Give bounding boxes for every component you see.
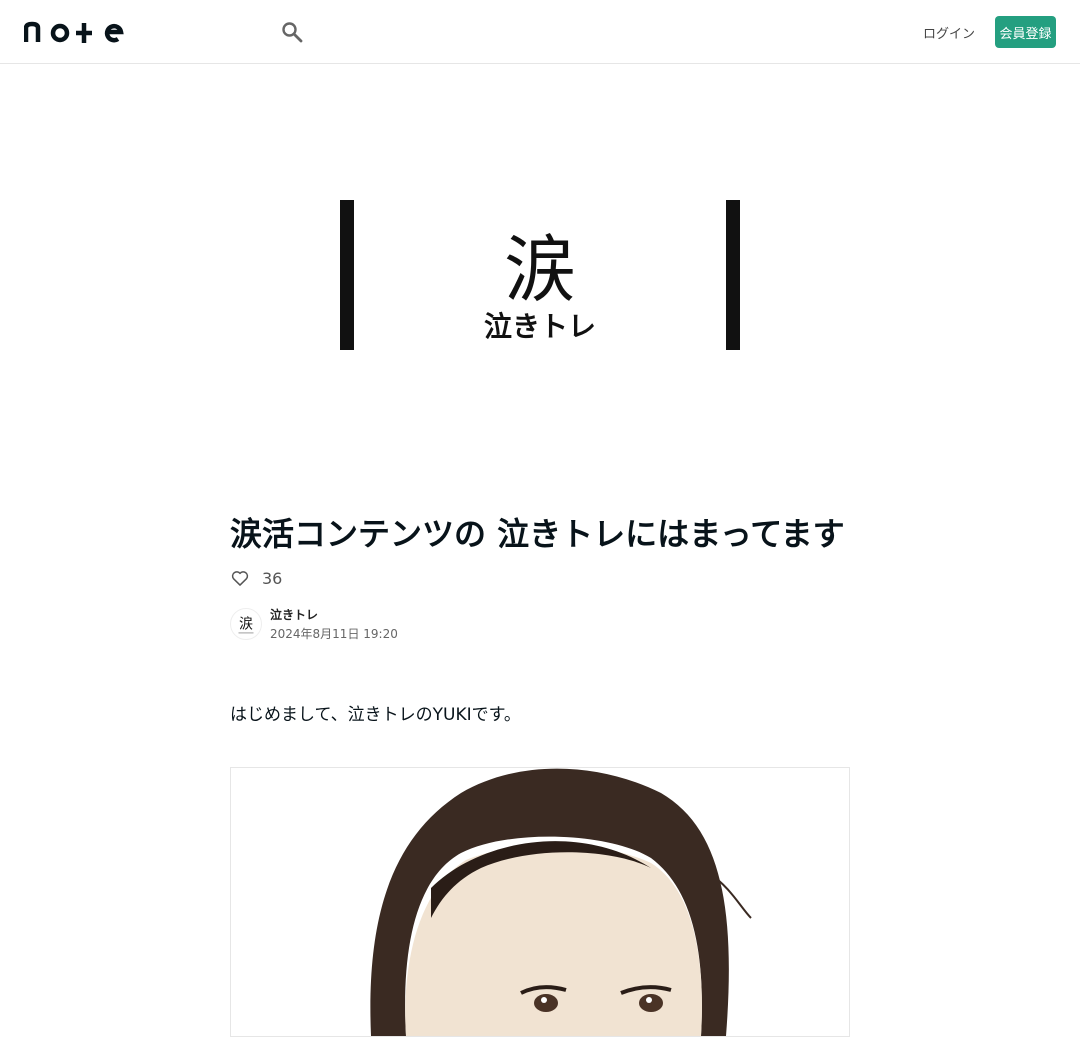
post-date: 2024年8月11日 19:20 (270, 627, 398, 641)
signup-button[interactable]: 会員登録 (995, 16, 1056, 48)
login-link[interactable]: ログイン (920, 16, 978, 48)
portrait-illustration (370, 768, 752, 1036)
heart-icon[interactable] (230, 568, 250, 588)
author-name[interactable]: 泣きトレ (270, 606, 318, 623)
site-header: ログイン 会員登録 (0, 0, 1080, 64)
author-avatar[interactable]: 涙 (230, 608, 262, 640)
like-area: 36 (230, 566, 282, 590)
eyecatch-kanji: 涙 (504, 228, 576, 312)
note-logo[interactable] (24, 20, 124, 44)
like-count: 36 (262, 568, 283, 588)
article-illustration (230, 767, 850, 1037)
avatar-kanji: 涙 (239, 616, 253, 633)
article-intro: はじめまして、泣きトレのYUKIです。 (230, 705, 521, 725)
article-title: 涙活コンテンツの 泣きトレにはまってます (230, 515, 845, 553)
eyecatch-subtitle: 泣きトレ (484, 310, 596, 343)
search-icon[interactable] (280, 20, 304, 44)
eyecatch-image: 涙 泣きトレ (340, 200, 740, 350)
